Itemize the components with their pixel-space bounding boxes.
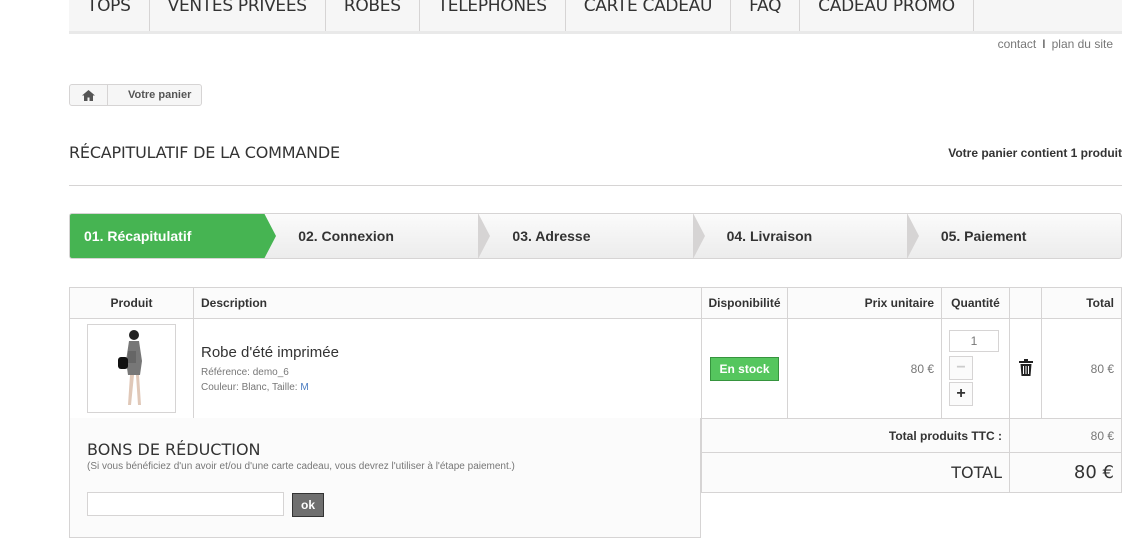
header-links: contact Iplan du site [998, 37, 1113, 51]
quantity-cell: − + [941, 318, 1010, 419]
step-summary: 01. Récapitulatif [70, 214, 277, 258]
product-name[interactable]: Robe d'été imprimée [201, 344, 701, 361]
checkout-steps: 01. Récapitulatif 02. Connexion 03. Adre… [69, 213, 1122, 259]
step-address: 03. Adresse [478, 214, 705, 258]
totals-table: Total produits TTC :80 € TOTAL 80 € [701, 418, 1122, 493]
cart-count: Votre panier contient 1 produit [948, 146, 1122, 160]
table-header: Produit Description Disponibilité Prix u… [69, 287, 1122, 319]
col-description: Description [193, 287, 702, 319]
page-title: RÉCAPITULATIF DE LA COMMANDE [69, 143, 340, 162]
availability-cell: En stock [701, 318, 788, 419]
main-nav: TOPS VENTES PRIVEES ROBES TELEPHONES CAR… [69, 0, 1122, 34]
step-login: 02. Connexion [264, 214, 491, 258]
table-row: Robe d'été imprimée Référence: demo_6 Co… [69, 318, 1122, 419]
nav-faq[interactable]: FAQ [731, 0, 801, 31]
product-description: Robe d'été imprimée Référence: demo_6 Co… [193, 318, 702, 419]
vouchers-note: (Si vous bénéficiez d'un avoir et/ou d'u… [87, 461, 515, 472]
product-image[interactable] [87, 324, 176, 413]
step-shipping: 04. Livraison [693, 214, 920, 258]
col-delete [1009, 287, 1042, 319]
unit-price: 80 € [787, 318, 942, 419]
voucher-submit-button[interactable]: ok [292, 492, 324, 517]
step-payment: 05. Paiement [940, 228, 1027, 244]
status-badge: En stock [710, 356, 779, 381]
col-total: Total [1041, 287, 1122, 319]
delete-cell [1009, 318, 1042, 419]
breadcrumb-current: Votre panier [128, 89, 192, 101]
col-product: Produit [69, 287, 194, 319]
size-value: M [300, 382, 309, 393]
cart-table: Produit Description Disponibilité Prix u… [69, 287, 1122, 419]
nav-cadeau-promo[interactable]: CADEAU PROMO [800, 0, 974, 31]
product-reference: Référence: demo_6 [201, 367, 289, 378]
home-icon[interactable] [70, 85, 108, 105]
product-attributes: Couleur: Blanc, Taille: M [201, 382, 701, 393]
vouchers-panel: BONS DE RÉDUCTION (Si vous bénéficiez d'… [69, 418, 701, 538]
nav-telephones[interactable]: TELEPHONES [420, 0, 566, 31]
total-products-value: 80 € [1009, 418, 1122, 453]
quantity-input[interactable] [949, 329, 999, 352]
divider [69, 185, 1122, 186]
nav-carte-cadeau[interactable]: CARTE CADEAU [566, 0, 732, 31]
vouchers-title: BONS DE RÉDUCTION [87, 440, 261, 459]
col-availability: Disponibilité [701, 287, 788, 319]
total-products-label: Total produits TTC : [701, 418, 1010, 453]
col-quantity: Quantité [941, 287, 1010, 319]
nav-ventes-privees[interactable]: VENTES PRIVEES [150, 0, 326, 31]
separator: I [1042, 37, 1046, 51]
line-total: 80 € [1041, 318, 1122, 419]
total-value: 80 € [1009, 452, 1122, 493]
total-label: TOTAL [701, 452, 1010, 493]
attributes-text: Couleur: Blanc, Taille: [201, 382, 301, 393]
product-image-cell [69, 318, 194, 419]
contact-link[interactable]: contact [998, 37, 1037, 51]
nav-tops[interactable]: TOPS [69, 0, 150, 31]
quantity-decrease-button[interactable]: − [949, 355, 973, 380]
voucher-input[interactable] [87, 492, 284, 516]
col-unit-price: Prix unitaire [787, 287, 942, 319]
sitemap-link[interactable]: plan du site [1052, 37, 1113, 51]
breadcrumb: Votre panier [69, 84, 203, 106]
trash-icon[interactable] [1018, 358, 1033, 376]
quantity-increase-button[interactable]: + [949, 381, 973, 406]
nav-robes[interactable]: ROBES [326, 0, 420, 31]
